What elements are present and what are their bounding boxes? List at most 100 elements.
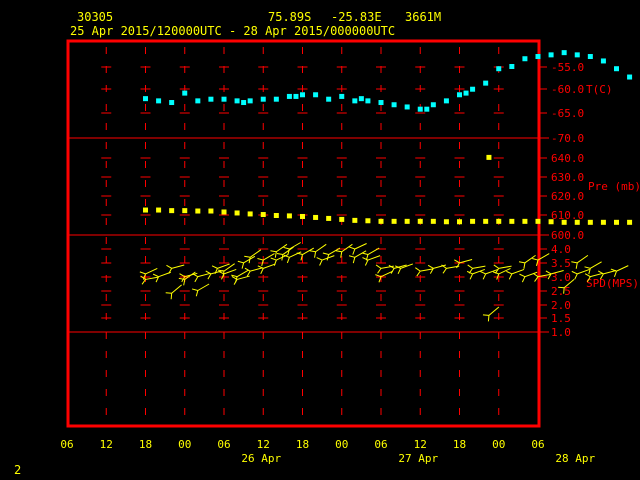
wind-barb-arrow xyxy=(322,252,329,256)
temperature-point xyxy=(457,92,462,98)
temperature-point xyxy=(352,98,358,104)
y-tick-label: 630.0 xyxy=(551,171,584,184)
x-tick-label: 00 xyxy=(492,438,505,451)
wind-barb xyxy=(482,306,500,322)
wind-barb-arrow xyxy=(348,255,355,258)
wind-barb-arrow xyxy=(314,251,317,258)
wind-barb-arrow xyxy=(506,270,513,275)
wind-barb-arrow xyxy=(287,248,290,255)
wind-barb xyxy=(466,268,485,280)
temperature-point xyxy=(574,52,580,58)
wind-barb-arrow xyxy=(246,270,251,277)
wind-barb-shaft xyxy=(250,267,263,272)
pressure-point xyxy=(208,208,214,214)
wind-barb-shaft xyxy=(197,283,210,291)
temperature-point xyxy=(273,96,279,102)
x-tick-label: 18 xyxy=(453,438,466,451)
pressure-point xyxy=(457,219,462,225)
wind-barb xyxy=(506,268,525,280)
wind-barb-arrow xyxy=(361,252,369,256)
wind-barb-arrow xyxy=(575,262,578,269)
x-tick-label: 06 xyxy=(217,438,230,451)
wind-barb-arrow xyxy=(207,273,212,280)
meteogram: -55.0-60.0-65.0-70.0640.0630.0620.0610.0… xyxy=(60,39,640,465)
y-tick-label: 640.0 xyxy=(551,152,584,165)
wind-barb-shaft xyxy=(217,263,230,269)
wind-barb-shaft xyxy=(236,269,249,278)
wind-barb-arrow xyxy=(415,267,421,272)
x-tick-label: 18 xyxy=(139,438,152,451)
wind-barb-arrow xyxy=(244,255,251,258)
wind-barb-arrow xyxy=(442,268,447,274)
pressure-point xyxy=(430,218,436,224)
wind-barb-shaft xyxy=(354,243,367,250)
temperature-point xyxy=(143,96,148,102)
wind-barb-arrow xyxy=(613,270,617,277)
pressure-point xyxy=(221,209,227,215)
wind-barb-shaft xyxy=(420,268,434,272)
wind-barb-arrow xyxy=(286,257,290,264)
wind-barb-arrow xyxy=(532,272,539,278)
wind-barb-arrow xyxy=(349,246,356,250)
wind-barb-arrow xyxy=(191,288,198,291)
wind-barb xyxy=(309,243,327,258)
temperature-point xyxy=(535,54,541,60)
pressure-point xyxy=(169,208,175,214)
temperature-point xyxy=(483,80,489,86)
wind-barb-arrow xyxy=(558,286,565,289)
wind-barb-shaft xyxy=(145,276,159,280)
pressure-point xyxy=(587,219,593,225)
wind-barb-arrow xyxy=(534,276,539,282)
wind-barb-shaft xyxy=(315,243,327,253)
wind-barb-arrow xyxy=(248,257,251,264)
wind-barb-shaft xyxy=(289,242,301,250)
pressure-point xyxy=(300,213,305,219)
y-tick-label: 3.5 xyxy=(551,257,571,270)
y-tick-label: -70.0 xyxy=(551,132,584,145)
wind-barb-arrow xyxy=(467,264,473,269)
temperature-point xyxy=(509,63,515,69)
x-tick-label: 18 xyxy=(296,438,309,451)
x-tick-label: 12 xyxy=(414,438,427,451)
temperature-point xyxy=(627,74,633,80)
pressure-point xyxy=(470,218,476,224)
wind-barb-arrow xyxy=(571,261,578,264)
temperature-point xyxy=(241,100,247,106)
wind-barb xyxy=(518,254,536,269)
pressure-point xyxy=(286,213,292,219)
temperature-point xyxy=(326,96,332,102)
pressure-point xyxy=(143,207,148,213)
wind-barb-arrow xyxy=(237,260,244,264)
temperature-point xyxy=(300,92,305,98)
wind-barb-arrow xyxy=(397,268,402,275)
wind-barb-shaft xyxy=(498,265,512,269)
pressure-point xyxy=(548,219,554,225)
temperature-point xyxy=(234,98,240,104)
wind-barb-arrow xyxy=(352,248,356,255)
wind-barb-arrow xyxy=(273,259,277,266)
wind-barb-arrow xyxy=(352,257,356,264)
pressure-point xyxy=(365,218,371,224)
wind-barb-shaft xyxy=(472,268,485,275)
temperature-point xyxy=(247,98,253,104)
wind-barb-arrow xyxy=(482,273,487,280)
temperature-point xyxy=(614,66,619,72)
wind-barb-arrow xyxy=(179,273,186,278)
wind-barb xyxy=(165,284,182,300)
wind-barb-shaft xyxy=(236,275,250,280)
wind-barb-arrow xyxy=(508,273,513,280)
temperature-point xyxy=(313,92,319,98)
temperature-point xyxy=(424,106,430,112)
wind-barb-arrow xyxy=(141,279,146,285)
wind-barb-arrow xyxy=(574,273,578,280)
temperature-point xyxy=(286,93,292,99)
temperature-point xyxy=(339,93,345,99)
temperature-point xyxy=(260,96,266,102)
wind-barb-arrow xyxy=(316,257,323,261)
x-tick-label: 00 xyxy=(178,438,191,451)
wind-barb-arrow xyxy=(211,265,218,269)
temperature-point xyxy=(208,96,214,102)
wind-barb-shaft xyxy=(459,258,473,264)
wind-barb-arrow xyxy=(563,287,565,294)
wind-barb-shaft xyxy=(367,255,381,261)
